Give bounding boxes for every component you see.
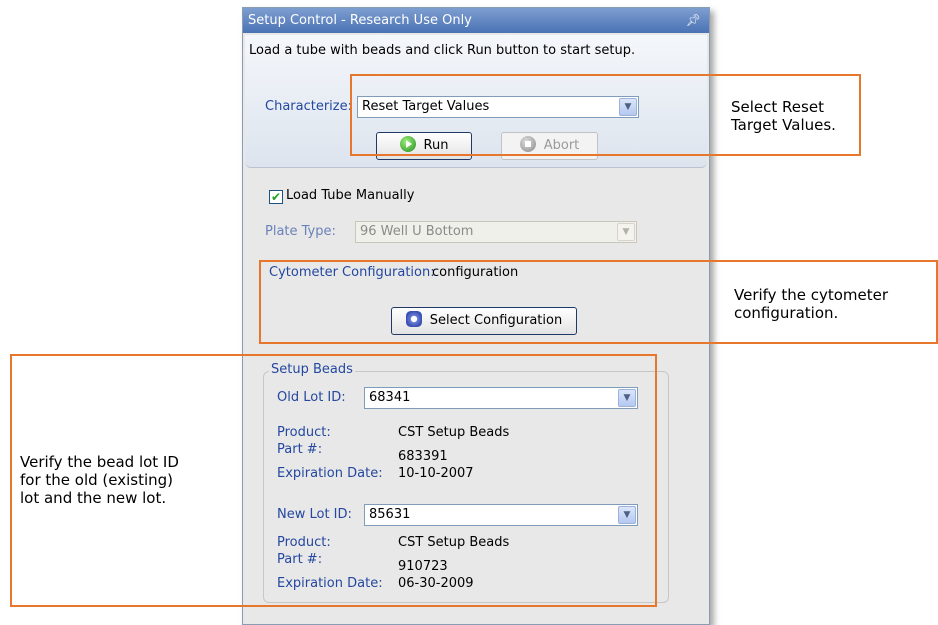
bead-lot-callout-text: Verify the bead lot ID for the old (exis…: [20, 453, 179, 507]
load-tube-checkbox[interactable]: ✔: [269, 190, 283, 204]
bead-lot-callout-line-3: lot and the new lot.: [20, 489, 167, 507]
reset-callout-text: Select Reset Target Values.: [731, 98, 836, 134]
instructions-text: Load a tube with beads and click Run but…: [249, 43, 636, 58]
plate-type-select[interactable]: 96 Well U Bottom ▼: [355, 221, 637, 243]
chevron-down-icon: ▼: [617, 223, 635, 241]
bead-lot-callout-line-2: for the old (existing): [20, 471, 174, 489]
pin-icon[interactable]: 📌︎: [686, 8, 701, 33]
panel-title: Setup Control - Research Use Only: [248, 13, 472, 28]
plate-type-label: Plate Type:: [265, 224, 336, 239]
load-tube-label: Load Tube Manually: [286, 188, 415, 203]
checkmark-icon: ✔: [270, 190, 282, 204]
bead-lot-callout-line-1: Verify the bead lot ID: [20, 453, 179, 471]
cytometer-callout-text: Verify the cytometer configuration.: [734, 286, 888, 322]
characterize-label: Characterize:: [265, 99, 352, 114]
cytometer-callout-line-1: Verify the cytometer: [734, 286, 889, 304]
reset-callout-line-1: Select Reset: [731, 98, 824, 116]
cytometer-callout-line-2: configuration.: [734, 304, 839, 322]
plate-type-value: 96 Well U Bottom: [360, 224, 474, 239]
reset-callout-line-2: Target Values.: [731, 116, 836, 134]
panel-titlebar: Setup Control - Research Use Only 📌︎: [243, 8, 709, 33]
